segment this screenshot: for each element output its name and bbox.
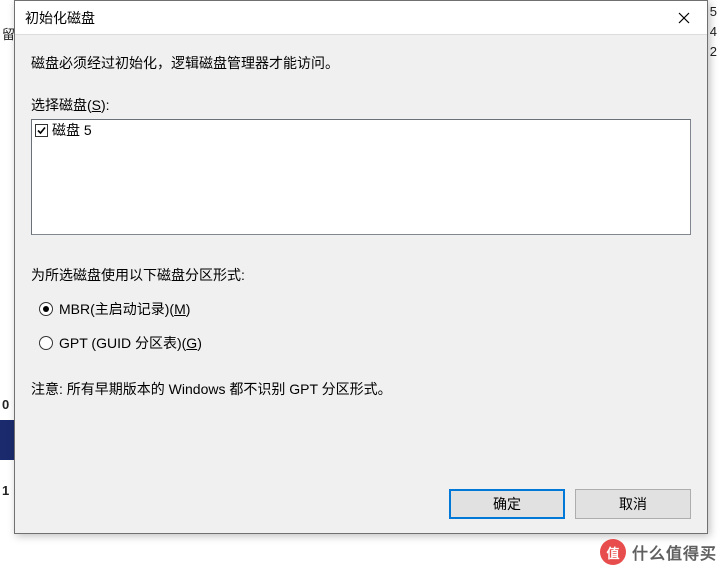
watermark-badge-icon: 值	[600, 539, 626, 565]
radio-icon	[39, 336, 53, 350]
cancel-button[interactable]: 取消	[575, 489, 691, 519]
radio-icon	[39, 302, 53, 316]
gpt-radio[interactable]: GPT (GUID 分区表)(G)	[39, 333, 691, 353]
disk-checkbox[interactable]	[35, 124, 48, 137]
disk-list-item[interactable]: 磁盘 5	[33, 121, 689, 139]
disk-listbox[interactable]: 磁盘 5	[31, 119, 691, 235]
close-button[interactable]	[661, 1, 707, 34]
dialog-buttons: 确定 取消	[31, 475, 691, 519]
bg-text: 1	[2, 483, 9, 498]
select-disk-label: 选择磁盘(S):	[31, 95, 691, 115]
partition-style-label: 为所选磁盘使用以下磁盘分区形式:	[31, 265, 691, 285]
watermark-text: 什么值得买	[632, 540, 717, 564]
ok-button[interactable]: 确定	[449, 489, 565, 519]
check-icon	[36, 125, 47, 136]
bg-stripe	[0, 420, 14, 460]
dialog-message: 磁盘必须经过初始化，逻辑磁盘管理器才能访问。	[31, 53, 691, 73]
bg-text: 0	[2, 397, 9, 412]
disk-label: 磁盘 5	[52, 123, 92, 137]
watermark: 值 什么值得买	[600, 539, 717, 565]
titlebar: 初始化磁盘	[15, 1, 707, 35]
dialog-title: 初始化磁盘	[25, 8, 95, 28]
gpt-radio-label: GPT (GUID 分区表)(G)	[59, 333, 202, 353]
bg-text: 5	[710, 4, 717, 19]
dialog-content: 磁盘必须经过初始化，逻辑磁盘管理器才能访问。 选择磁盘(S): 磁盘 5 为所选…	[15, 35, 707, 533]
bg-text: 4	[710, 24, 717, 39]
mbr-radio-label: MBR(主启动记录)(M)	[59, 299, 190, 319]
bg-text: 2	[710, 44, 717, 59]
initialize-disk-dialog: 初始化磁盘 磁盘必须经过初始化，逻辑磁盘管理器才能访问。 选择磁盘(S): 磁盘…	[14, 0, 708, 534]
partition-radio-group: MBR(主启动记录)(M) GPT (GUID 分区表)(G)	[31, 299, 691, 367]
gpt-note: 注意: 所有早期版本的 Windows 都不识别 GPT 分区形式。	[31, 379, 691, 399]
close-icon	[678, 12, 690, 24]
mbr-radio[interactable]: MBR(主启动记录)(M)	[39, 299, 691, 319]
